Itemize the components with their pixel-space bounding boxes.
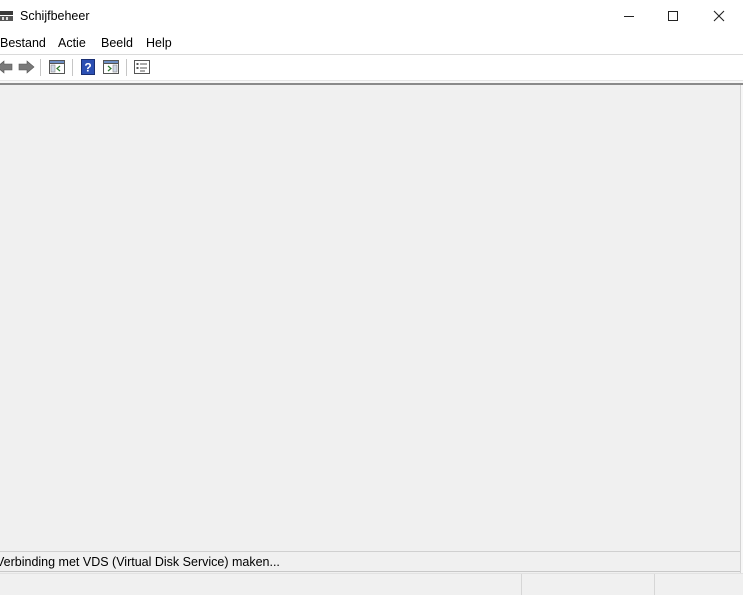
menu-help[interactable]: Help — [146, 36, 172, 50]
forward-arrow-icon — [17, 59, 35, 78]
menu-beeld[interactable]: Beeld — [101, 36, 133, 50]
back-arrow-icon — [0, 59, 14, 78]
toolbar-separator — [126, 59, 127, 76]
close-button[interactable] — [696, 0, 742, 32]
title-bar[interactable]: Schijfbeheer — [0, 0, 743, 32]
toolbar-separator — [72, 59, 73, 76]
minimize-icon — [623, 10, 635, 22]
maximize-button[interactable] — [650, 0, 696, 32]
disk-management-icon — [0, 9, 14, 23]
menu-bar: Bestand Actie Beeld Help — [0, 32, 743, 55]
forward-button[interactable] — [16, 58, 36, 78]
svg-text:?: ? — [84, 60, 91, 74]
maximize-icon — [667, 10, 679, 22]
show-hide-action-pane-icon — [103, 59, 119, 77]
back-button[interactable] — [0, 58, 15, 78]
show-hide-action-pane-button[interactable] — [101, 58, 121, 78]
properties-button[interactable] — [132, 58, 152, 78]
status-pane — [654, 574, 741, 595]
menu-actie[interactable]: Actie — [58, 36, 86, 50]
toolbar: ? — [0, 55, 743, 80]
window-title: Schijfbeheer — [20, 9, 90, 23]
status-pane — [521, 574, 655, 595]
status-message-bar: Verbinding met VDS (Virtual Disk Service… — [0, 551, 740, 572]
menu-bestand[interactable]: Bestand — [0, 36, 46, 50]
status-message: Verbinding met VDS (Virtual Disk Service… — [0, 555, 280, 569]
main-content-area — [0, 85, 743, 551]
properties-icon — [134, 59, 150, 77]
help-button[interactable]: ? — [78, 58, 98, 78]
show-hide-console-tree-icon — [49, 59, 65, 77]
minimize-button[interactable] — [606, 0, 652, 32]
toolbar-separator — [40, 59, 41, 76]
help-icon: ? — [81, 58, 95, 78]
status-bar — [0, 573, 743, 595]
show-hide-console-tree-button[interactable] — [47, 58, 67, 78]
close-icon — [713, 10, 725, 22]
disk-management-window: Schijfbeheer Bestand Actie Beeld Help ? … — [0, 0, 743, 595]
